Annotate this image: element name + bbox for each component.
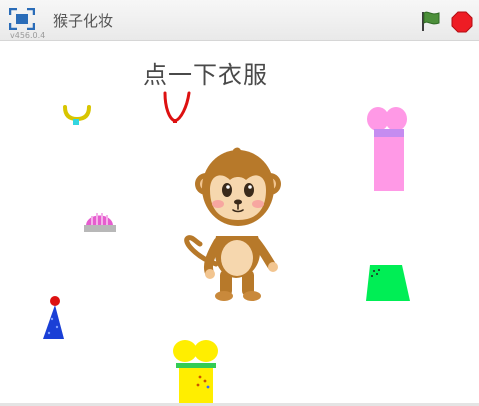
title-bar: v456.0.4 猴子化妆	[0, 0, 479, 41]
monkey-sprite[interactable]	[176, 146, 302, 304]
striped-cap-sprite[interactable]	[83, 208, 117, 234]
yellow-necklace-sprite[interactable]	[61, 105, 93, 129]
party-hat-sprite[interactable]	[40, 295, 66, 343]
stop-sign-icon	[451, 11, 473, 33]
fullscreen-icon	[8, 7, 36, 31]
project-title: 猴子化妆	[53, 12, 114, 30]
version-label: v456.0.4	[10, 31, 46, 40]
green-flag-icon	[422, 11, 440, 31]
green-flag-button[interactable]	[419, 10, 441, 32]
yellow-dress-sprite[interactable]	[170, 339, 222, 405]
green-skirt-sprite[interactable]	[362, 263, 414, 305]
red-necklace-sprite[interactable]	[159, 89, 195, 125]
stop-button[interactable]	[451, 11, 473, 33]
stage[interactable]: 点一下衣服	[0, 41, 479, 403]
fullscreen-button[interactable]	[8, 7, 36, 31]
pink-dress-sprite[interactable]	[364, 105, 410, 195]
instruction-text: 点一下衣服	[143, 61, 268, 89]
